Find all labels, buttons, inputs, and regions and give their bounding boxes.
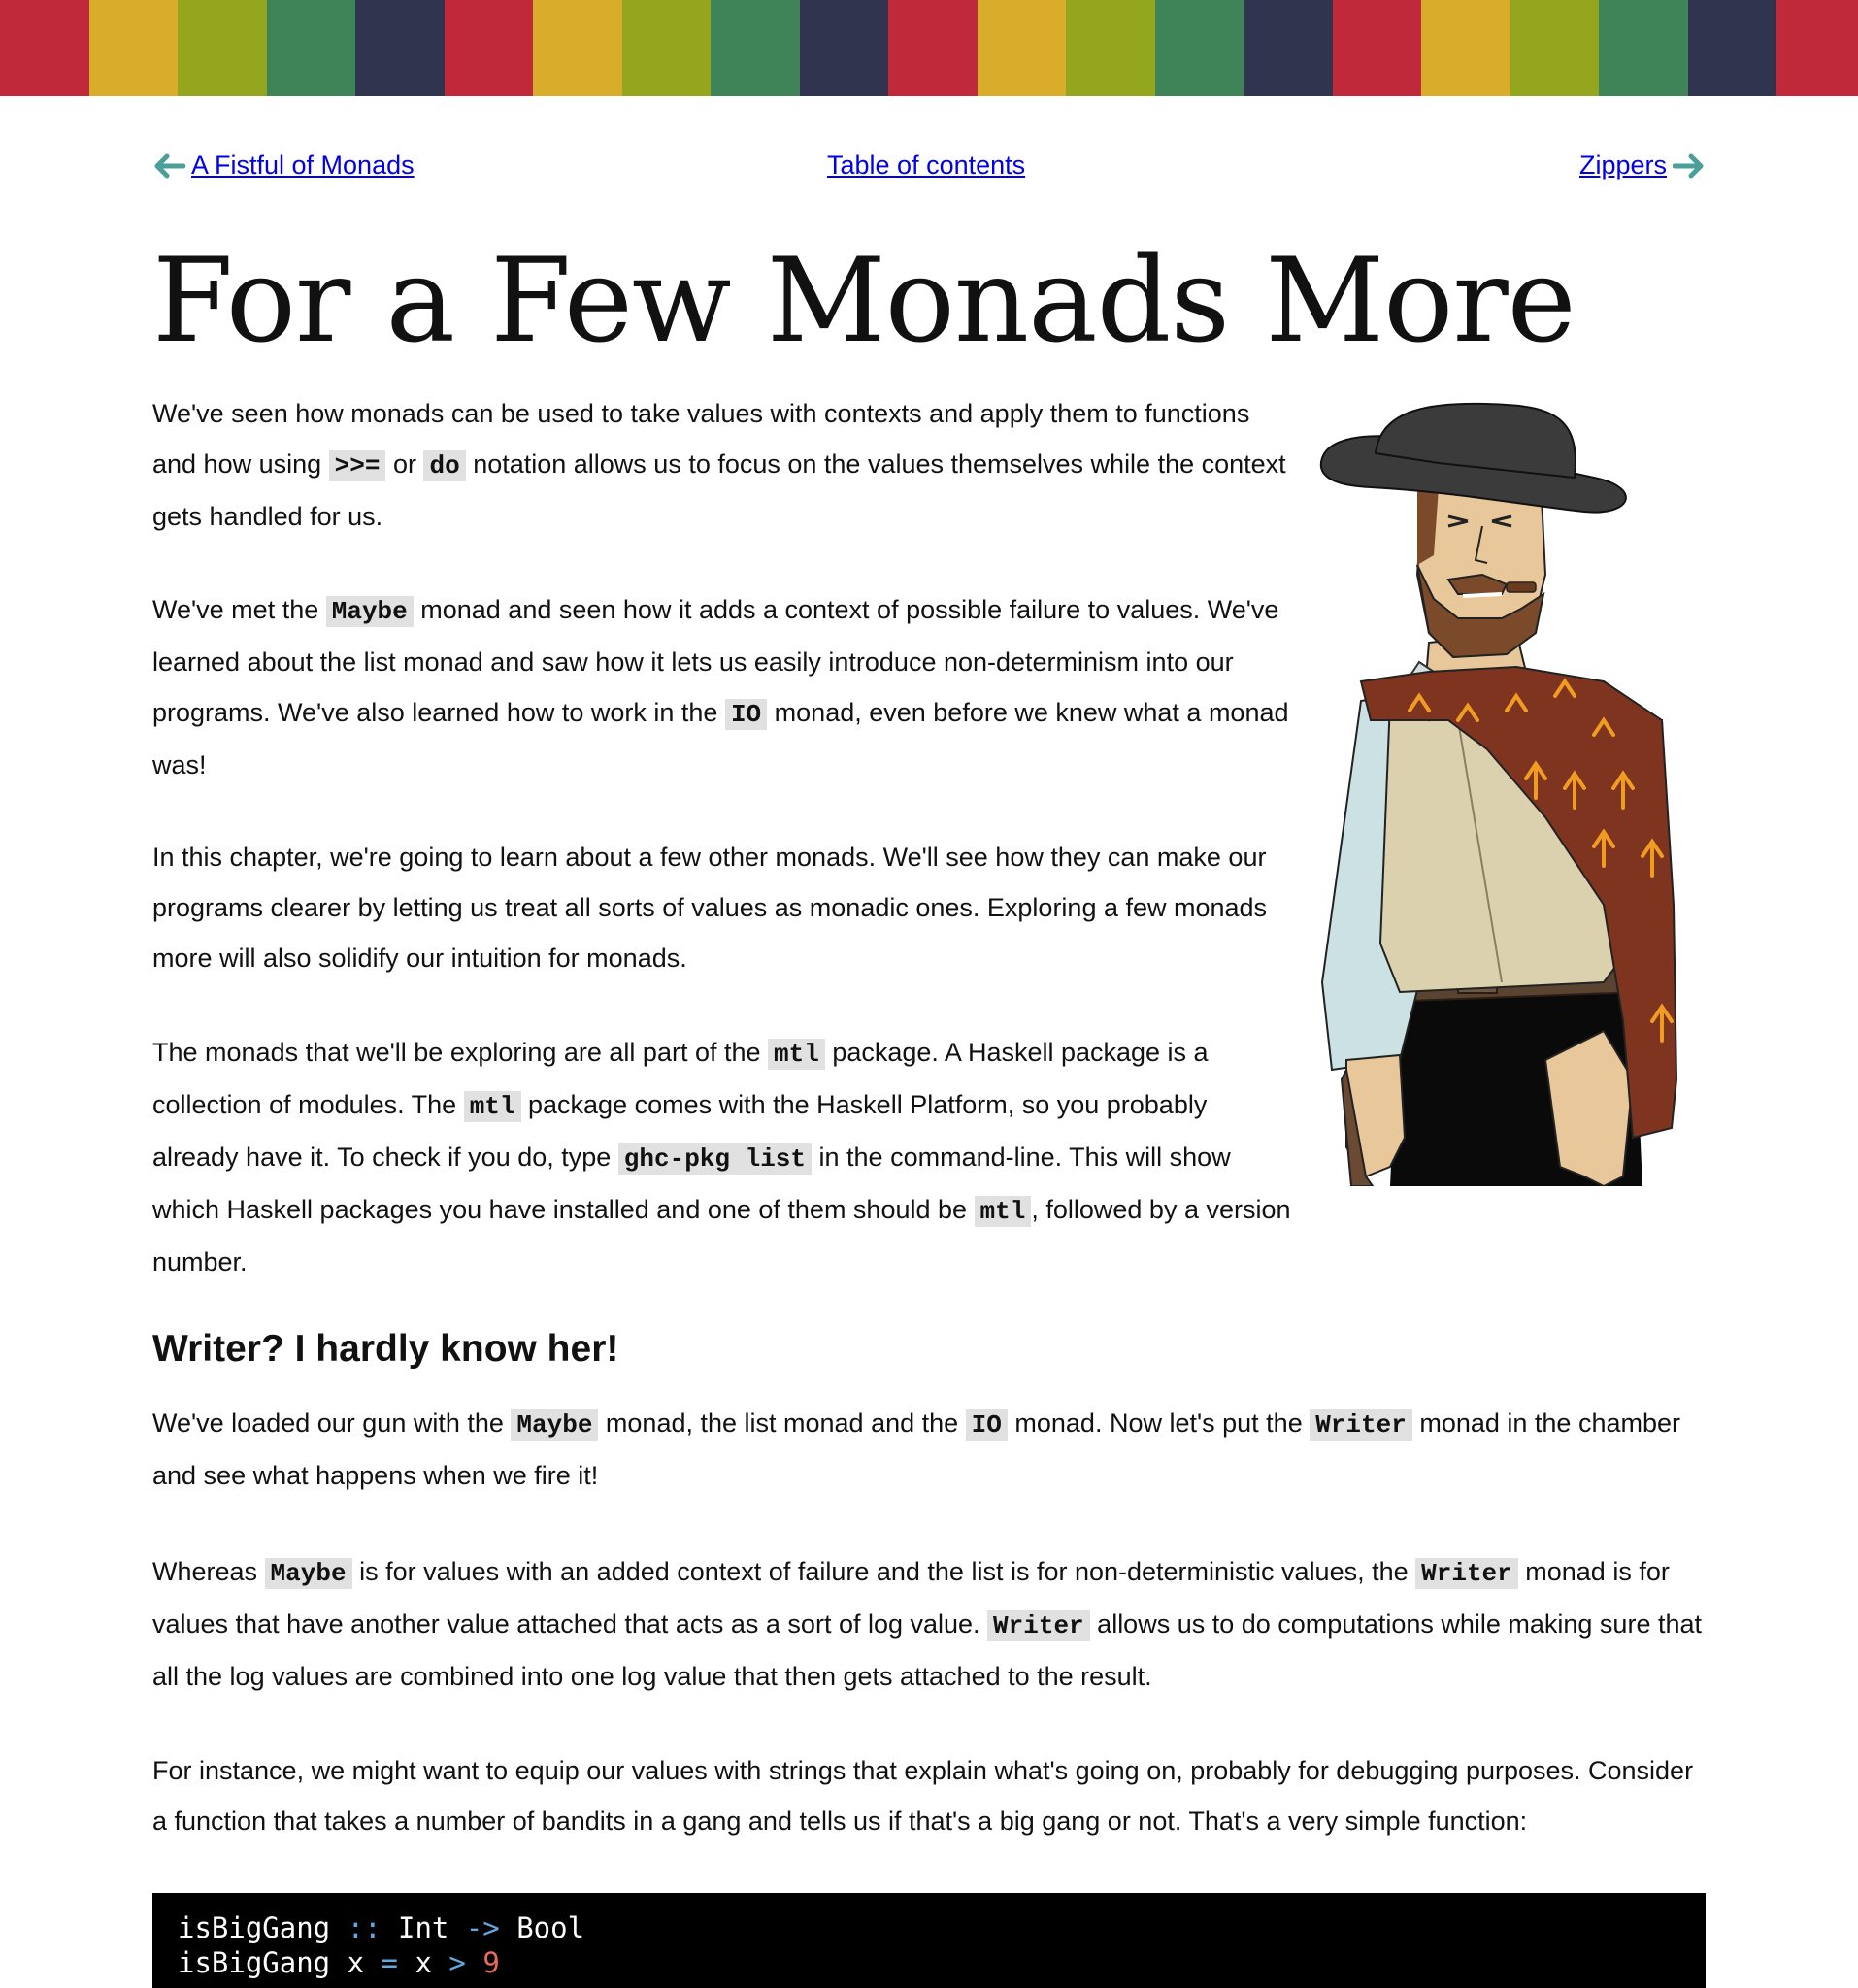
- code-writer: Writer: [987, 1610, 1090, 1641]
- code-maybe: Maybe: [325, 596, 414, 627]
- intro-paragraph-3: In this chapter, we're going to learn ab…: [152, 843, 1268, 973]
- color-stripe-segment: [1244, 0, 1333, 96]
- color-stripe-segment: [444, 0, 533, 96]
- chapter-navigation: A Fistful of Monads Table of contents Zi…: [152, 150, 1706, 189]
- color-stripe-segment: [1599, 0, 1688, 96]
- code-writer: Writer: [1415, 1558, 1518, 1589]
- color-stripe-segment: [799, 0, 888, 96]
- arrow-right-icon: [1673, 153, 1704, 178]
- table-of-contents-link[interactable]: Table of contents: [827, 150, 1025, 180]
- code-mtl: mtl: [768, 1039, 825, 1070]
- color-stripe-segment: [888, 0, 978, 96]
- code-mtl: mtl: [974, 1196, 1032, 1227]
- prev-chapter-nav: A Fistful of Monads: [152, 150, 415, 181]
- code-ghc-pkg-list: ghc-pkg list: [617, 1143, 813, 1175]
- writer-paragraph-2: Whereas Maybe is for values with an adde…: [152, 1557, 1702, 1691]
- arrow-left-icon: [154, 153, 185, 178]
- color-stripe-segment: [355, 0, 445, 96]
- writer-paragraph-1: We've loaded our gun with the Maybe mona…: [152, 1408, 1681, 1490]
- next-chapter-link[interactable]: Zippers: [1579, 150, 1667, 181]
- intro-paragraph-2: We've met the Maybe monad and seen how i…: [152, 595, 1289, 779]
- color-stripe-banner: [0, 0, 1858, 96]
- writer-paragraph-3: For instance, we might want to equip our…: [152, 1756, 1694, 1836]
- color-stripe-segment: [533, 0, 622, 96]
- color-stripe-segment: [88, 0, 178, 96]
- color-stripe-segment: [266, 0, 355, 96]
- color-stripe-segment: [1687, 0, 1776, 96]
- color-stripe-segment: [1776, 0, 1858, 96]
- code-bind-operator: >>=: [328, 450, 386, 481]
- color-stripe-segment: [977, 0, 1066, 96]
- color-stripe-segment: [0, 0, 89, 96]
- code-writer: Writer: [1310, 1409, 1412, 1441]
- code-line-1: isBigGang :: Int -> Bool: [178, 1911, 585, 1944]
- intro-paragraph-1: We've seen how monads can be used to tak…: [152, 399, 1286, 531]
- intro-paragraph-4: The monads that we'll be exploring are a…: [152, 1038, 1291, 1276]
- code-maybe: Maybe: [511, 1409, 599, 1441]
- color-stripe-segment: [1510, 0, 1599, 96]
- color-stripe-segment: [1066, 0, 1155, 96]
- color-stripe-segment: [178, 0, 267, 96]
- next-chapter-nav: Zippers: [1579, 150, 1706, 181]
- section-heading-writer: Writer? I hardly know her!: [152, 1328, 619, 1370]
- code-mtl: mtl: [463, 1091, 521, 1122]
- prev-chapter-link[interactable]: A Fistful of Monads: [191, 150, 415, 181]
- color-stripe-segment: [621, 0, 711, 96]
- code-io: IO: [724, 699, 768, 730]
- code-line-2: isBigGang x = x > 9: [178, 1946, 500, 1979]
- code-block: isBigGang :: Int -> Bool isBigGang x = x…: [152, 1893, 1706, 1988]
- code-io: IO: [965, 1409, 1008, 1441]
- page-title: For a Few Monads More: [152, 234, 1576, 369]
- code-do-keyword: do: [423, 450, 466, 481]
- color-stripe-segment: [1154, 0, 1244, 96]
- color-stripe-segment: [711, 0, 800, 96]
- cowboy-illustration: [1319, 402, 1678, 1186]
- color-stripe-segment: [1332, 0, 1421, 96]
- code-maybe: Maybe: [264, 1558, 352, 1589]
- color-stripe-segment: [1421, 0, 1510, 96]
